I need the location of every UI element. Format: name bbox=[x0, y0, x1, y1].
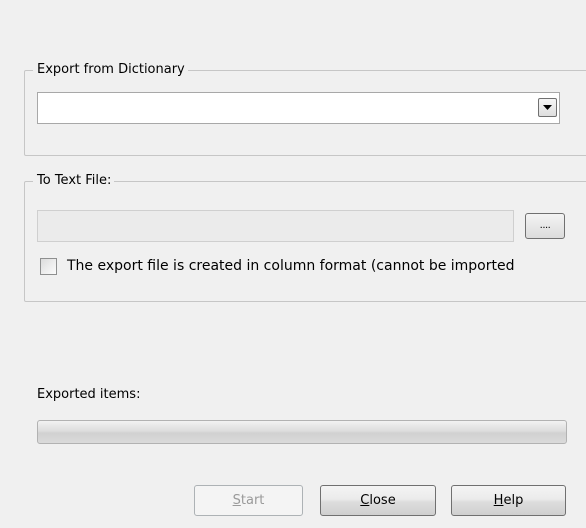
start-label-rest: tart bbox=[240, 493, 265, 508]
help-label-rest: elp bbox=[503, 493, 524, 508]
exported-items-label: Exported items: bbox=[37, 387, 141, 402]
browse-button[interactable]: .... bbox=[525, 213, 565, 239]
export-progress-bar bbox=[37, 420, 567, 444]
start-mnemonic: S bbox=[232, 493, 241, 508]
chevron-down-icon bbox=[543, 105, 552, 110]
start-button[interactable]: Start bbox=[194, 485, 303, 516]
dropdown-arrow-button[interactable] bbox=[538, 98, 557, 117]
close-mnemonic: C bbox=[360, 493, 370, 508]
help-button[interactable]: Help bbox=[451, 485, 566, 516]
close-button[interactable]: Close bbox=[320, 485, 436, 516]
file-path-input[interactable] bbox=[37, 210, 514, 242]
dictionary-dropdown[interactable] bbox=[37, 92, 560, 124]
help-mnemonic: H bbox=[493, 493, 504, 508]
column-format-checkbox[interactable] bbox=[40, 258, 57, 275]
to-text-file-legend: To Text File: bbox=[33, 173, 115, 189]
column-format-label: The export file is created in column for… bbox=[67, 258, 515, 274]
export-from-dictionary-legend: Export from Dictionary bbox=[33, 62, 188, 78]
close-label-rest: lose bbox=[369, 493, 396, 508]
